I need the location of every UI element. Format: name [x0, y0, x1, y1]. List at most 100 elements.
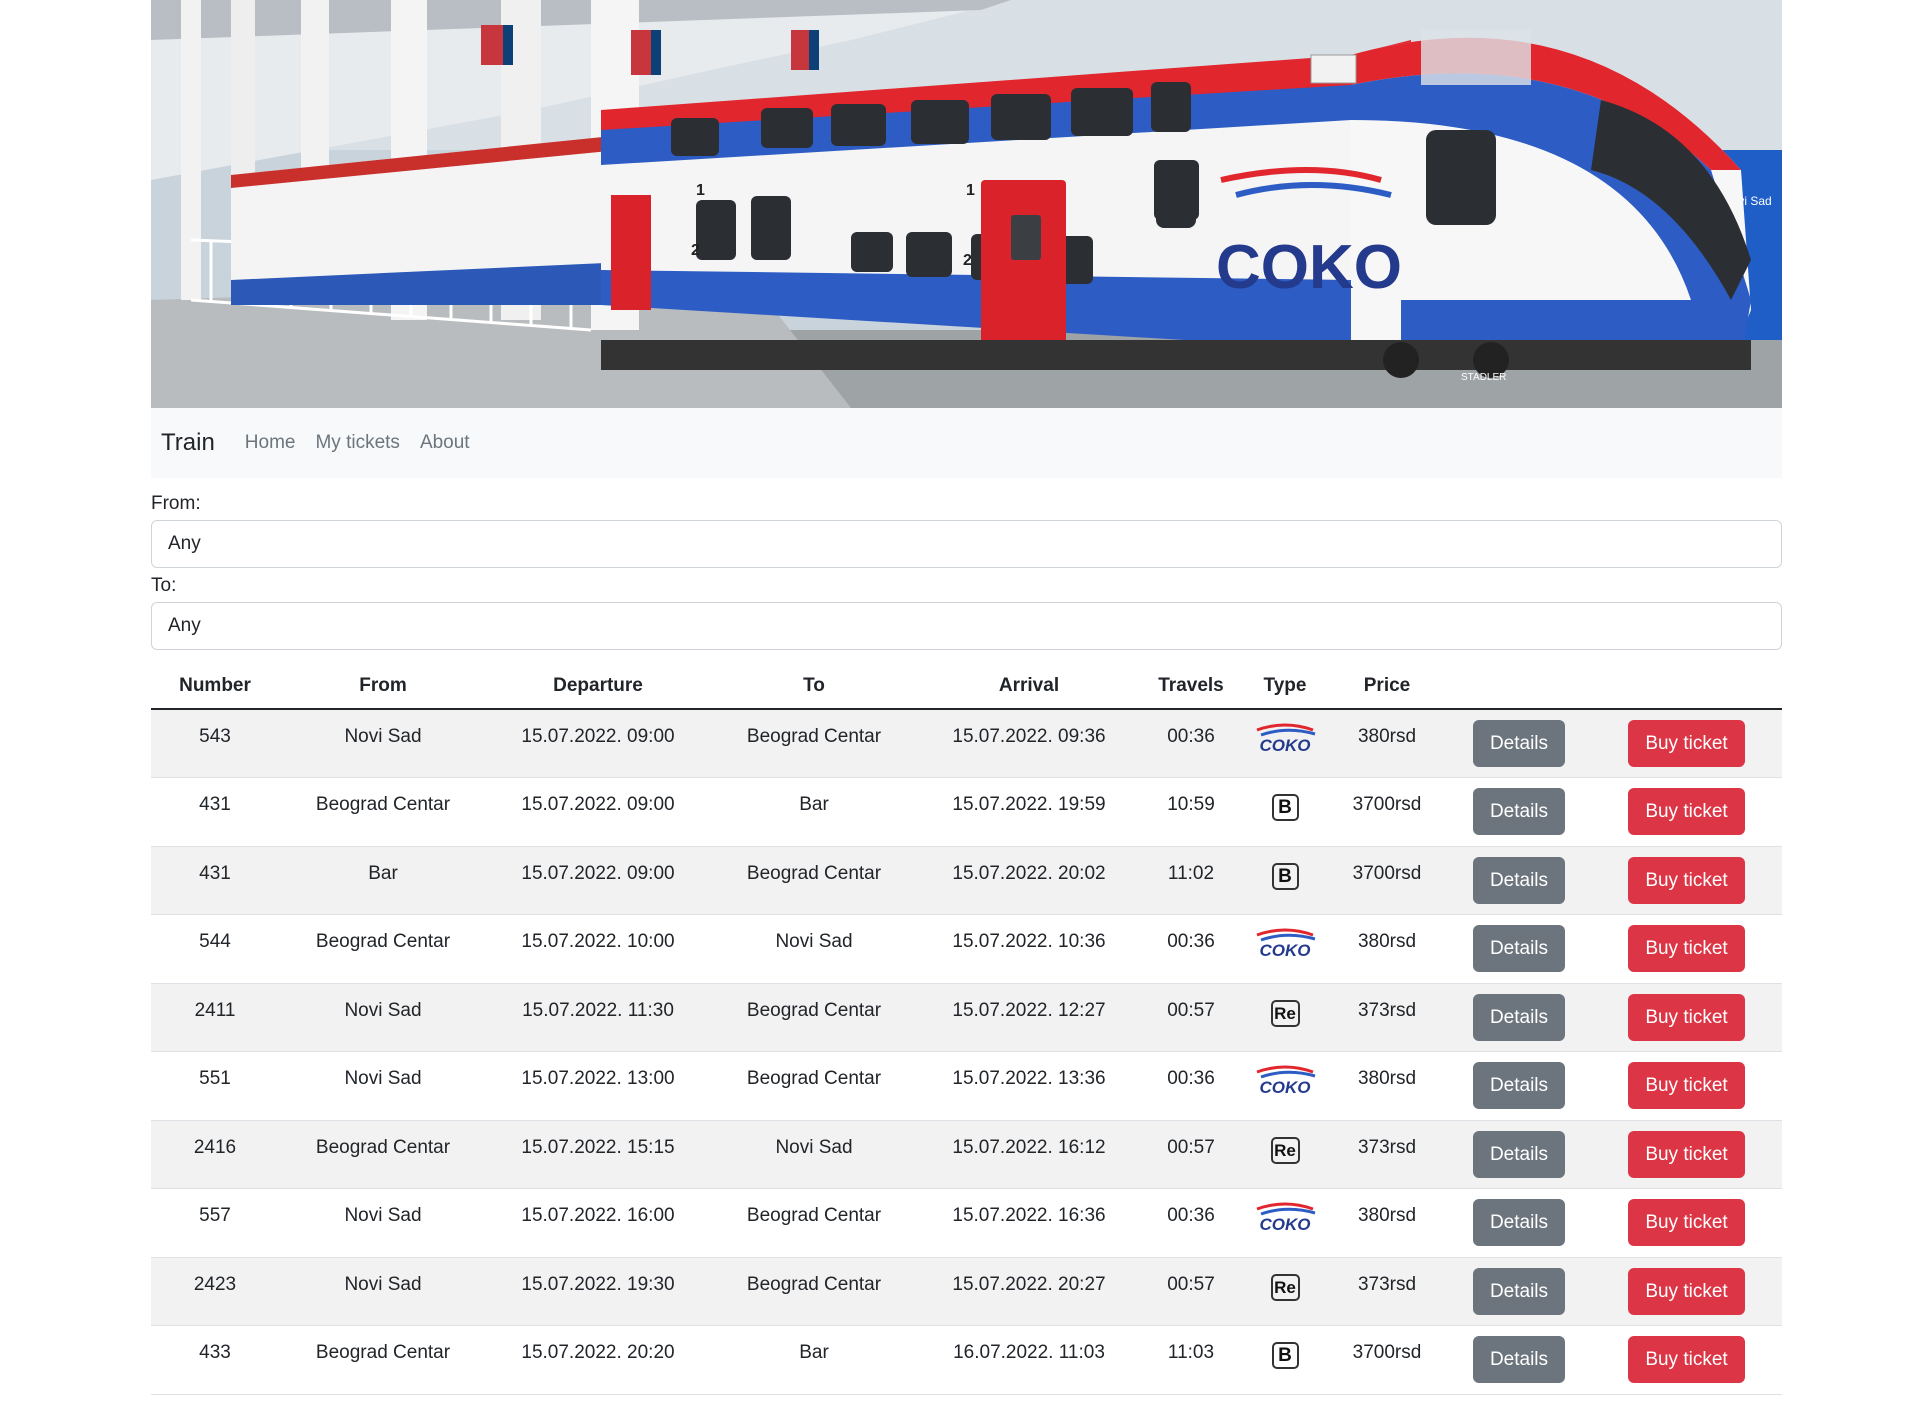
- header-from: From: [279, 664, 487, 710]
- nav-link-about[interactable]: About: [420, 432, 470, 454]
- buy-ticket-button[interactable]: Buy ticket: [1628, 993, 1745, 1041]
- to-select-value: Any: [168, 615, 201, 636]
- cell-type: COKO: [1243, 709, 1327, 778]
- cell-from: Novi Sad: [279, 1257, 487, 1326]
- nav-link-home[interactable]: Home: [245, 432, 296, 454]
- cell-to: Bar: [709, 777, 919, 847]
- cell-to: Bar: [709, 1325, 919, 1395]
- cell-buy: Buy ticket: [1591, 983, 1782, 1052]
- cell-from: Novi Sad: [279, 1188, 487, 1258]
- page-container: Novi Sad 1 2 1 2 COKO STADLER Train Home…: [151, 0, 1782, 1395]
- buy-ticket-button[interactable]: Buy ticket: [1628, 1336, 1745, 1383]
- hero-coko-logo-text: COKO: [1216, 233, 1402, 302]
- cell-arrival: 15.07.2022. 09:36: [919, 709, 1139, 778]
- navbar-brand[interactable]: Train: [161, 429, 215, 457]
- details-button[interactable]: Details: [1472, 720, 1566, 767]
- details-button[interactable]: Details: [1472, 1199, 1566, 1246]
- cell-price: 380rsd: [1327, 709, 1447, 778]
- cell-departure: 15.07.2022. 13:00: [487, 1051, 709, 1121]
- details-button[interactable]: Details: [1472, 788, 1566, 835]
- table-header-row: Number From Departure To Arrival Travels…: [151, 664, 1782, 710]
- buy-ticket-button[interactable]: Buy ticket: [1628, 1130, 1745, 1178]
- cell-travels: 00:36: [1139, 709, 1243, 778]
- train-type-badge: B: [1271, 862, 1299, 890]
- cell-departure: 15.07.2022. 16:00: [487, 1188, 709, 1258]
- table-row: 2411 Novi Sad 15.07.2022. 11:30 Beograd Cen…: [151, 983, 1782, 1052]
- table-row: 557 Novi Sad 15.07.2022. 16:00 Beograd Cent…: [151, 1188, 1782, 1258]
- train-type-badge: B: [1271, 1342, 1299, 1369]
- buy-ticket-button[interactable]: Buy ticket: [1628, 925, 1745, 972]
- details-button[interactable]: Details: [1472, 856, 1566, 904]
- table-row: 544 Beograd Centar 15.07.2022. 10:00 Novi S…: [151, 914, 1782, 984]
- cell-details: Details: [1447, 914, 1591, 984]
- cell-price: 373rsd: [1327, 983, 1447, 1052]
- details-button[interactable]: Details: [1472, 1062, 1566, 1109]
- table-body: 543 Novi Sad 15.07.2022. 09:00 Beograd Cent…: [151, 709, 1782, 1395]
- cell-to: Beograd Centar: [709, 709, 919, 778]
- details-button[interactable]: Details: [1472, 1336, 1566, 1383]
- buy-ticket-button[interactable]: Buy ticket: [1628, 1062, 1745, 1109]
- details-button[interactable]: Details: [1472, 925, 1566, 972]
- cell-number: 431: [151, 846, 279, 915]
- cell-travels: 11:02: [1139, 846, 1243, 915]
- cell-type: B: [1243, 777, 1327, 847]
- cell-arrival: 15.07.2022. 16:36: [919, 1188, 1139, 1258]
- cell-buy: Buy ticket: [1591, 846, 1782, 915]
- from-label: From:: [151, 493, 201, 514]
- header-details: [1447, 664, 1591, 710]
- details-button[interactable]: Details: [1472, 1267, 1566, 1315]
- coko-logo-text: COKO: [1260, 1078, 1311, 1096]
- train-type-badge: Re: [1270, 1136, 1300, 1164]
- cell-details: Details: [1447, 1325, 1591, 1395]
- cell-buy: Buy ticket: [1591, 1325, 1782, 1395]
- header-travels: Travels: [1139, 664, 1243, 710]
- cell-number: 2423: [151, 1257, 279, 1326]
- buy-ticket-button[interactable]: Buy ticket: [1628, 1199, 1745, 1246]
- table-row: 551 Novi Sad 15.07.2022. 13:00 Beograd Cent…: [151, 1051, 1782, 1121]
- cell-details: Details: [1447, 1120, 1591, 1189]
- cell-from: Beograd Centar: [279, 914, 487, 984]
- cell-buy: Buy ticket: [1591, 777, 1782, 847]
- cell-number: 431: [151, 777, 279, 847]
- cell-buy: Buy ticket: [1591, 1257, 1782, 1326]
- cell-buy: Buy ticket: [1591, 1120, 1782, 1189]
- nav-link-my-tickets[interactable]: My tickets: [315, 432, 399, 454]
- cell-number: 544: [151, 914, 279, 984]
- cell-arrival: 15.07.2022. 20:27: [919, 1257, 1139, 1326]
- cell-departure: 15.07.2022. 10:00: [487, 914, 709, 984]
- cell-buy: Buy ticket: [1591, 1188, 1782, 1258]
- cell-number: 2411: [151, 983, 279, 1052]
- cell-type: Re: [1243, 1120, 1327, 1189]
- cell-arrival: 15.07.2022. 20:02: [919, 846, 1139, 915]
- header-arrival: Arrival: [919, 664, 1139, 710]
- buy-ticket-button[interactable]: Buy ticket: [1628, 720, 1745, 767]
- cell-number: 433: [151, 1325, 279, 1395]
- table-row: 431 Beograd Centar 15.07.2022. 09:00 Bar 15.…: [151, 777, 1782, 847]
- to-select[interactable]: Any: [151, 602, 1782, 650]
- cell-details: Details: [1447, 777, 1591, 847]
- cell-travels: 11:03: [1139, 1325, 1243, 1395]
- cell-departure: 15.07.2022. 20:20: [487, 1325, 709, 1395]
- cell-departure: 15.07.2022. 09:00: [487, 709, 709, 778]
- from-select[interactable]: Any: [151, 520, 1782, 568]
- buy-ticket-button[interactable]: Buy ticket: [1628, 788, 1745, 835]
- cell-arrival: 16.07.2022. 11:03: [919, 1325, 1139, 1395]
- coko-logo-text: COKO: [1260, 736, 1311, 754]
- hero-door-number: 1: [696, 182, 705, 199]
- table-row: 543 Novi Sad 15.07.2022. 09:00 Beograd Cent…: [151, 709, 1782, 778]
- cell-details: Details: [1447, 983, 1591, 1052]
- coko-logo-icon: COKO: [1256, 723, 1316, 754]
- details-button[interactable]: Details: [1472, 993, 1566, 1041]
- table-row: 2416 Beograd Centar 15.07.2022. 15:15 Novi …: [151, 1120, 1782, 1189]
- hero-door-number: 2: [691, 242, 700, 259]
- buy-ticket-button[interactable]: Buy ticket: [1628, 856, 1745, 904]
- cell-type: COKO: [1243, 1188, 1327, 1258]
- cell-type: B: [1243, 1325, 1327, 1395]
- cell-price: 3700rsd: [1327, 1325, 1447, 1395]
- cell-from: Novi Sad: [279, 983, 487, 1052]
- buy-ticket-button[interactable]: Buy ticket: [1628, 1267, 1745, 1315]
- train-type-badge: Re: [1270, 1273, 1300, 1301]
- coko-logo-icon: COKO: [1256, 1202, 1316, 1233]
- train-type-badge: Re: [1270, 999, 1300, 1027]
- details-button[interactable]: Details: [1472, 1130, 1566, 1178]
